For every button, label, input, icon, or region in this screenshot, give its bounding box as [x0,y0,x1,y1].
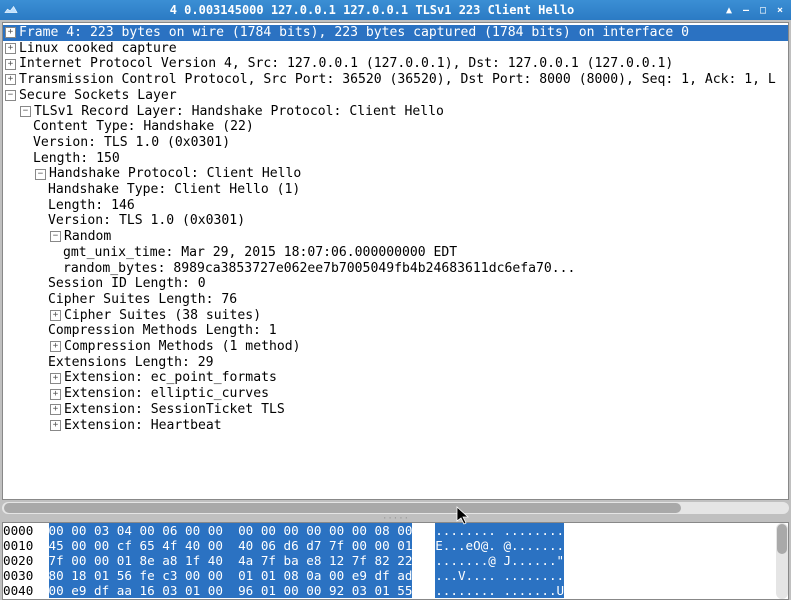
expand-icon[interactable]: + [50,404,61,415]
extension-elliptic[interactable]: Extension: elliptic_curves [64,386,269,402]
tls-version[interactable]: Version: TLS 1.0 (0x0301) [33,135,230,151]
expand-icon[interactable]: + [50,373,61,384]
minimize-button[interactable]: — [739,3,753,17]
extensions-length[interactable]: Extensions Length: 29 [48,355,214,371]
hex-row[interactable]: 0010 45 00 00 cf 65 4f 40 00 40 06 d6 d7… [3,538,776,553]
window-title: 4 0.003145000 127.0.0.1 127.0.0.1 TLSv1 … [22,3,722,17]
horizontal-scrollbar[interactable] [2,502,789,514]
rollup-button[interactable]: ▲ [722,3,736,17]
compression-methods[interactable]: Compression Methods (1 method) [64,339,301,355]
window-titlebar: 4 0.003145000 127.0.0.1 127.0.0.1 TLSv1 … [0,0,791,20]
tls-length[interactable]: Length: 150 [33,151,120,167]
expand-icon[interactable]: + [5,59,16,70]
random-bytes[interactable]: random_bytes: 8989ca3853727e062ee7b70050… [63,261,575,277]
handshake-type[interactable]: Handshake Type: Client Hello (1) [48,182,300,198]
hex-row[interactable]: 0020 7f 00 00 01 8e a8 1f 40 4a 7f ba e8… [3,553,776,568]
hex-row[interactable]: 0030 80 18 01 56 fe c3 00 00 01 01 08 0a… [3,568,776,583]
collapse-icon[interactable]: − [35,169,46,180]
linux-cooked[interactable]: Linux cooked capture [19,41,177,57]
expand-icon[interactable]: + [5,43,16,54]
session-id-length[interactable]: Session ID Length: 0 [48,276,206,292]
packet-details-pane[interactable]: +Frame 4: 223 bytes on wire (1784 bits),… [2,22,789,500]
frame-header[interactable]: Frame 4: 223 bytes on wire (1784 bits), … [19,25,689,41]
tcp-header[interactable]: Transmission Control Protocol, Src Port:… [19,72,776,88]
extension-ecpoint[interactable]: Extension: ec_point_formats [64,370,277,386]
collapse-icon[interactable]: − [5,90,16,101]
hex-row[interactable]: 0000 00 00 03 04 00 06 00 00 00 00 00 00… [3,523,776,538]
cipher-suites-length[interactable]: Cipher Suites Length: 76 [48,292,237,308]
pane-splitter[interactable]: ····· [0,514,791,520]
cipher-suites[interactable]: Cipher Suites (38 suites) [64,308,261,324]
handshake-length[interactable]: Length: 146 [48,198,135,214]
expand-icon[interactable]: + [50,420,61,431]
tls-record[interactable]: TLSv1 Record Layer: Handshake Protocol: … [34,104,444,120]
content-type[interactable]: Content Type: Handshake (22) [33,119,254,135]
extension-heartbeat[interactable]: Extension: Heartbeat [64,418,222,434]
compression-length[interactable]: Compression Methods Length: 1 [48,323,277,339]
collapse-icon[interactable]: − [20,106,31,117]
random-node[interactable]: Random [64,229,111,245]
scrollbar-thumb[interactable] [777,524,787,554]
handshake-version[interactable]: Version: TLS 1.0 (0x0301) [48,213,245,229]
vertical-scrollbar[interactable] [776,523,788,599]
handshake-protocol[interactable]: Handshake Protocol: Client Hello [49,166,301,182]
expand-icon[interactable]: + [5,27,16,38]
close-button[interactable]: × [773,3,787,17]
packet-bytes-pane[interactable]: 0000 00 00 03 04 00 06 00 00 00 00 00 00… [2,522,789,600]
expand-icon[interactable]: + [50,389,61,400]
expand-icon[interactable]: + [5,74,16,85]
extension-sessionticket[interactable]: Extension: SessionTicket TLS [64,402,285,418]
wireshark-icon [4,3,18,17]
hex-row[interactable]: 0040 00 e9 df aa 16 03 01 00 96 01 00 00… [3,583,776,598]
expand-icon[interactable]: + [50,341,61,352]
ip-header[interactable]: Internet Protocol Version 4, Src: 127.0.… [19,56,673,72]
scrollbar-thumb[interactable] [4,503,681,513]
expand-icon[interactable]: + [50,310,61,321]
ssl-layer[interactable]: Secure Sockets Layer [19,88,177,104]
gmt-unix-time[interactable]: gmt_unix_time: Mar 29, 2015 18:07:06.000… [63,245,457,261]
maximize-button[interactable]: □ [756,3,770,17]
collapse-icon[interactable]: − [50,231,61,242]
